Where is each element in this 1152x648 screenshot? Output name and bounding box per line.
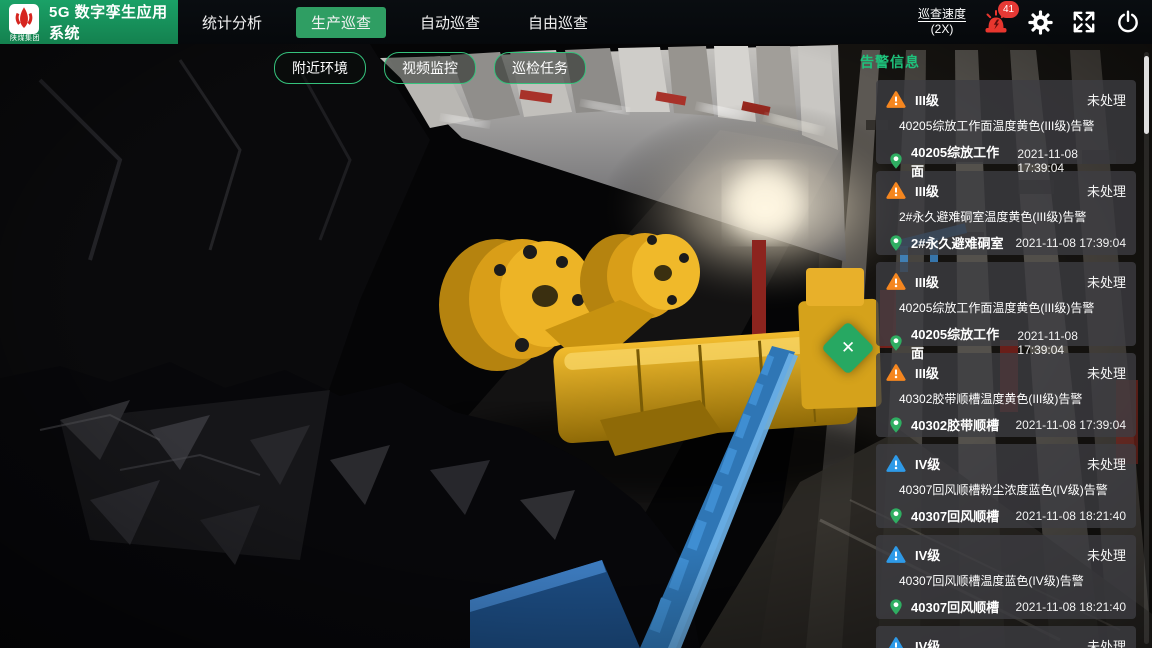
warning-triangle-icon — [886, 545, 906, 564]
alarm-level: IV级 — [915, 636, 940, 648]
alarm-card-header: IV级 未处理 — [886, 636, 1126, 648]
alarm-card[interactable]: III级 未处理 2#永久避难硐室温度黄色(III级)告警 2#永久避难硐室 2… — [876, 171, 1136, 255]
alarm-description: 40205综放工作面温度黄色(III级)告警 — [899, 117, 1126, 134]
top-bar: 统计分析 生产巡查 自动巡查 自由巡查 陕煤集团 5G 数字孪生应用系统 — [0, 0, 1152, 44]
alarm-level: IV级 — [915, 545, 940, 564]
alarm-location: 40302胶带顺槽 — [911, 415, 999, 434]
alarm-timestamp: 2021-11-08 17:39:04 — [1015, 236, 1126, 250]
alarm-location: 40205综放工作面 — [911, 324, 1010, 362]
nearby-environment-button[interactable]: 附近环境 — [274, 52, 366, 84]
alarm-card[interactable]: III级 未处理 40302胶带顺槽温度黄色(III级)告警 40302胶带顺槽… — [876, 353, 1136, 437]
alarm-card[interactable]: III级 未处理 40205综放工作面温度黄色(III级)告警 40205综放工… — [876, 80, 1136, 164]
alarm-card-header: IV级 未处理 — [886, 454, 1126, 473]
alarm-card-footer: 2#永久避难硐室 2021-11-08 17:39:04 — [886, 233, 1126, 252]
alarm-level: III级 — [915, 90, 939, 109]
warning-triangle-icon — [886, 363, 906, 382]
alarm-timestamp: 2021-11-08 17:39:04 — [1017, 147, 1126, 175]
alarm-level: III级 — [915, 272, 939, 291]
alarm-description: 40307回风顺槽温度蓝色(IV级)告警 — [899, 572, 1126, 589]
main-nav: 统计分析 生产巡查 自动巡查 自由巡查 — [178, 0, 612, 44]
alarm-description: 40307回风顺槽粉尘浓度蓝色(IV级)告警 — [899, 481, 1126, 498]
warning-triangle-icon — [886, 90, 906, 109]
alarm-timestamp: 2021-11-08 17:39:04 — [1017, 329, 1126, 357]
alarm-panel-scrollbar[interactable] — [1144, 52, 1149, 644]
logo-caption: 陕煤集团 — [7, 33, 43, 43]
location-pin-icon — [888, 507, 904, 525]
alarm-timestamp: 2021-11-08 18:21:40 — [1015, 600, 1126, 614]
patrol-speed-value: (2X) — [918, 22, 966, 37]
settings-button[interactable] — [1026, 8, 1054, 36]
alarm-card[interactable]: III级 未处理 40205综放工作面温度黄色(III级)告警 40205综放工… — [876, 262, 1136, 346]
alarm-level: III级 — [915, 363, 939, 382]
alarm-location: 2#永久避难硐室 — [911, 233, 1003, 252]
video-monitor-button[interactable]: 视频监控 — [384, 52, 476, 84]
alarm-card[interactable]: IV级 未处理 — [876, 626, 1136, 648]
alarm-location: 40205综放工作面 — [911, 142, 1010, 180]
warning-triangle-icon — [886, 272, 906, 291]
alarm-card-header: IV级 未处理 — [886, 545, 1126, 564]
location-pin-icon — [888, 334, 904, 352]
alarm-card-header: III级 未处理 — [886, 90, 1126, 109]
alarm-status: 未处理 — [1087, 545, 1126, 564]
alarm-level: III级 — [915, 181, 939, 200]
alarm-card-header: III级 未处理 — [886, 272, 1126, 291]
nav-item-free-patrol[interactable]: 自由巡查 — [504, 12, 612, 33]
alarm-card-header: III级 未处理 — [886, 181, 1126, 200]
alarm-card[interactable]: IV级 未处理 40307回风顺槽粉尘浓度蓝色(IV级)告警 40307回风顺槽… — [876, 444, 1136, 528]
alarm-card-footer: 40205综放工作面 2021-11-08 17:39:04 — [886, 142, 1126, 180]
alarm-status: 未处理 — [1087, 454, 1126, 473]
alarm-card-footer: 40302胶带顺槽 2021-11-08 17:39:04 — [886, 415, 1126, 434]
alarm-button[interactable]: 41 — [982, 8, 1010, 36]
alarm-timestamp: 2021-11-08 18:21:40 — [1015, 509, 1126, 523]
top-right-controls: 巡查速度 (2X) 41 — [918, 0, 1142, 44]
location-pin-icon — [888, 234, 904, 252]
alarm-card-footer: 40307回风顺槽 2021-11-08 18:21:40 — [886, 597, 1126, 616]
alarm-timestamp: 2021-11-08 17:39:04 — [1015, 418, 1126, 432]
alarm-status: 未处理 — [1087, 636, 1126, 648]
alarm-status: 未处理 — [1087, 181, 1126, 200]
patrol-speed-label: 巡查速度 — [918, 7, 966, 22]
brand-block: 陕煤集团 5G 数字孪生应用系统 — [0, 0, 178, 44]
warning-triangle-icon — [886, 636, 906, 648]
alarm-card-header: III级 未处理 — [886, 363, 1126, 382]
scrollbar-thumb[interactable] — [1144, 56, 1149, 134]
alarm-status: 未处理 — [1087, 272, 1126, 291]
close-icon: ✕ — [841, 338, 855, 358]
nav-item-production-patrol[interactable]: 生产巡查 — [296, 7, 386, 38]
location-pin-icon — [888, 416, 904, 434]
alarm-status: 未处理 — [1087, 90, 1126, 109]
alarm-count-badge: 41 — [998, 1, 1019, 18]
app-window: 统计分析 生产巡查 自动巡查 自由巡查 陕煤集团 5G 数字孪生应用系统 — [0, 0, 1152, 648]
patrol-speed[interactable]: 巡查速度 (2X) — [918, 7, 966, 37]
alarm-panel-title: 告警信息 — [860, 52, 1136, 72]
fullscreen-button[interactable] — [1070, 8, 1098, 36]
gear-icon — [1027, 9, 1054, 36]
fullscreen-icon — [1071, 9, 1097, 35]
nav-item-auto-patrol[interactable]: 自动巡查 — [396, 12, 504, 33]
alarm-description: 40302胶带顺槽温度黄色(III级)告警 — [899, 390, 1126, 407]
patrol-task-button[interactable]: 巡检任务 — [494, 52, 586, 84]
alarm-location: 40307回风顺槽 — [911, 506, 999, 525]
power-button[interactable] — [1114, 8, 1142, 36]
location-pin-icon — [888, 152, 904, 170]
warning-triangle-icon — [886, 181, 906, 200]
alarm-card[interactable]: IV级 未处理 40307回风顺槽温度蓝色(IV级)告警 40307回风顺槽 2… — [876, 535, 1136, 619]
nav-item-statistics[interactable]: 统计分析 — [178, 12, 286, 33]
alarm-list: III级 未处理 40205综放工作面温度黄色(III级)告警 40205综放工… — [876, 80, 1136, 648]
alarm-status: 未处理 — [1087, 363, 1126, 382]
alarm-description: 40205综放工作面温度黄色(III级)告警 — [899, 299, 1126, 316]
warning-triangle-icon — [886, 454, 906, 473]
alarm-card-footer: 40205综放工作面 2021-11-08 17:39:04 — [886, 324, 1126, 362]
alarm-description: 2#永久避难硐室温度黄色(III级)告警 — [899, 208, 1126, 225]
alarm-level: IV级 — [915, 454, 940, 473]
location-pin-icon — [888, 598, 904, 616]
scene-toolbar: 附近环境 视频监控 巡检任务 — [0, 52, 860, 84]
alarm-panel: 告警信息 III级 未处理 40205综放工作面温度黄色(III级)告警 — [876, 48, 1136, 648]
power-icon — [1115, 9, 1141, 35]
app-title: 5G 数字孪生应用系统 — [49, 1, 178, 43]
flame-logo-icon — [9, 4, 39, 34]
alarm-card-footer: 40307回风顺槽 2021-11-08 18:21:40 — [886, 506, 1126, 525]
alarm-location: 40307回风顺槽 — [911, 597, 999, 616]
company-logo: 陕煤集团 — [9, 4, 39, 40]
